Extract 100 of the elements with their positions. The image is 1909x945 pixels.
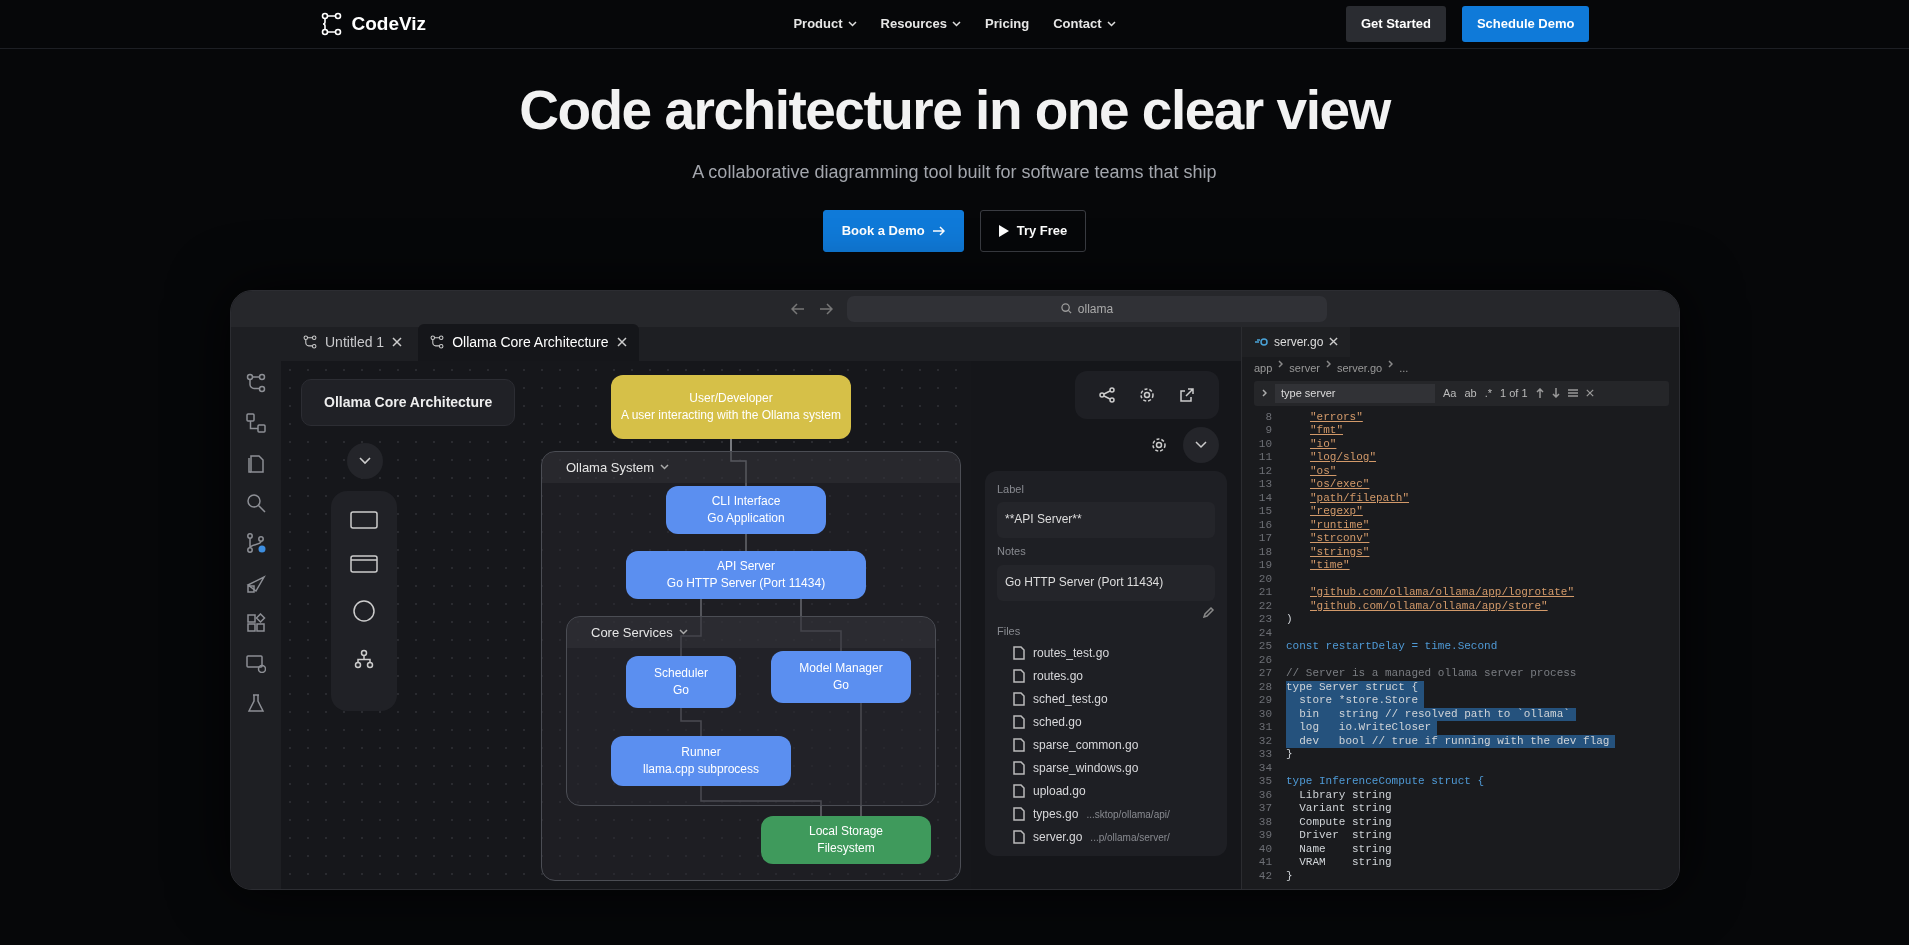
code-line: } bbox=[1286, 869, 1294, 883]
diagram-icon[interactable] bbox=[246, 372, 266, 393]
nodes-icon[interactable] bbox=[246, 412, 266, 433]
find-option[interactable]: Aa bbox=[1443, 385, 1457, 402]
window-icon[interactable] bbox=[350, 554, 378, 573]
settings-icon[interactable] bbox=[1139, 386, 1155, 403]
file-name[interactable]: sparse_windows.go bbox=[1033, 759, 1139, 777]
editor-tab[interactable]: server.go bbox=[1242, 326, 1351, 357]
line-number: 23 bbox=[1257, 613, 1273, 627]
circle-icon[interactable] bbox=[352, 598, 376, 623]
breadcrumb-item[interactable]: server bbox=[1289, 359, 1320, 376]
chevron-right-icon[interactable] bbox=[1262, 389, 1267, 398]
chevron-right-icon bbox=[1388, 359, 1394, 368]
chevron-down-icon[interactable] bbox=[678, 629, 688, 636]
connector-line bbox=[680, 597, 702, 657]
document-tab[interactable]: Ollama Core Architecture bbox=[418, 323, 639, 361]
line-number: 39 bbox=[1257, 829, 1273, 843]
branch-icon[interactable] bbox=[246, 532, 266, 553]
collapse-button[interactable] bbox=[1183, 426, 1219, 463]
line-number: 15 bbox=[1257, 505, 1273, 519]
settings-icon[interactable] bbox=[1151, 436, 1167, 453]
line-number: 10 bbox=[1257, 437, 1273, 451]
collapse-button[interactable] bbox=[347, 442, 383, 479]
pencil-icon[interactable] bbox=[1203, 605, 1215, 618]
monitor-icon[interactable] bbox=[246, 652, 266, 673]
file-name[interactable]: server.go bbox=[1033, 828, 1083, 846]
find-field[interactable]: type server bbox=[1275, 384, 1435, 403]
file-name[interactable]: routes_test.go bbox=[1033, 644, 1110, 662]
line-number: 33 bbox=[1257, 748, 1273, 762]
file-name[interactable]: upload.go bbox=[1033, 782, 1086, 800]
schedule-demo-button[interactable]: Schedule Demo bbox=[1461, 6, 1590, 42]
nav-link[interactable]: Resources bbox=[880, 14, 962, 34]
documents-icon[interactable] bbox=[246, 452, 266, 473]
close-icon[interactable] bbox=[392, 337, 403, 347]
close-icon[interactable] bbox=[1329, 337, 1339, 346]
line-number: 20 bbox=[1257, 572, 1273, 586]
chevron-down-icon[interactable] bbox=[660, 464, 670, 471]
file-icon bbox=[1013, 738, 1025, 752]
file-name[interactable]: types.go bbox=[1033, 805, 1079, 823]
brand-name[interactable]: CodeViz bbox=[351, 9, 427, 39]
hierarchy-icon[interactable] bbox=[354, 648, 374, 669]
match-count: 1 of 1 bbox=[1500, 386, 1528, 401]
arrow-up-icon[interactable] bbox=[1535, 388, 1544, 399]
logo-icon bbox=[319, 12, 344, 36]
try-free-button[interactable]: Try Free bbox=[979, 210, 1087, 252]
forward-arrow-icon[interactable] bbox=[819, 302, 833, 315]
file-name[interactable]: sched_test.go bbox=[1033, 690, 1108, 708]
back-arrow-icon[interactable] bbox=[791, 302, 805, 315]
line-number: 34 bbox=[1257, 761, 1273, 775]
blocks-icon[interactable] bbox=[246, 612, 266, 633]
code-line: "path/filepath" bbox=[1310, 491, 1411, 505]
line-number: 32 bbox=[1257, 734, 1273, 748]
diagram-icon bbox=[430, 335, 445, 349]
line-number: 42 bbox=[1257, 869, 1273, 883]
close-icon[interactable] bbox=[1585, 389, 1594, 398]
file-name[interactable]: routes.go bbox=[1033, 667, 1084, 685]
code-line: "fmt" bbox=[1310, 424, 1344, 438]
file-name[interactable]: sparse_common.go bbox=[1033, 736, 1139, 754]
rectangle-icon[interactable] bbox=[350, 510, 378, 529]
label-field[interactable]: **API Server** bbox=[997, 502, 1215, 538]
close-icon[interactable] bbox=[616, 337, 627, 347]
line-number: 9 bbox=[1264, 424, 1273, 438]
find-option[interactable]: .* bbox=[1484, 385, 1493, 402]
breadcrumb-item[interactable]: ... bbox=[1399, 359, 1409, 376]
share-icon[interactable] bbox=[1099, 386, 1115, 403]
shapes-icon[interactable] bbox=[246, 572, 266, 593]
menu-icon[interactable] bbox=[1567, 389, 1578, 398]
line-number: 27 bbox=[1257, 667, 1273, 681]
code-line: // Server is a managed ollama server process bbox=[1286, 667, 1578, 681]
document-tab[interactable]: Untitled 1 bbox=[291, 323, 415, 361]
arrow-down-icon[interactable] bbox=[1551, 388, 1560, 399]
file-icon bbox=[1013, 807, 1025, 821]
go-file-icon bbox=[1254, 337, 1268, 346]
breadcrumb-item[interactable]: server.go bbox=[1336, 359, 1383, 376]
book-demo-button[interactable]: Book a Demo bbox=[822, 210, 964, 252]
nav-link[interactable]: Product bbox=[793, 14, 857, 34]
field-caption: Files bbox=[997, 623, 1022, 639]
line-number: 14 bbox=[1257, 491, 1273, 505]
search-icon[interactable] bbox=[246, 492, 266, 513]
file-name[interactable]: sched.go bbox=[1033, 713, 1082, 731]
find-option[interactable]: ab bbox=[1464, 385, 1477, 402]
diagram-node[interactable]: Local Storage Filesystem bbox=[761, 815, 931, 864]
nav-link[interactable]: Contact bbox=[1053, 14, 1116, 34]
external-link-icon[interactable] bbox=[1179, 386, 1195, 403]
notes-field[interactable]: Go HTTP Server (Port 11434) bbox=[997, 564, 1215, 601]
breadcrumb-item[interactable]: app bbox=[1254, 359, 1273, 376]
line-number: 38 bbox=[1257, 815, 1273, 829]
file-icon bbox=[1013, 692, 1025, 706]
address-field[interactable]: ollama bbox=[847, 295, 1327, 322]
line-number: 21 bbox=[1257, 586, 1273, 600]
file-icon bbox=[1013, 784, 1025, 798]
get-started-button[interactable]: Get Started bbox=[1345, 6, 1446, 42]
file-icon bbox=[1013, 669, 1025, 683]
nav-link[interactable]: Pricing bbox=[985, 14, 1030, 34]
tab-label: Untitled 1 bbox=[325, 332, 385, 352]
arrow-right-icon bbox=[932, 225, 945, 236]
line-number: 40 bbox=[1257, 842, 1273, 856]
connector-line bbox=[745, 532, 747, 552]
play-icon bbox=[998, 224, 1009, 237]
flask-icon[interactable] bbox=[246, 692, 266, 713]
